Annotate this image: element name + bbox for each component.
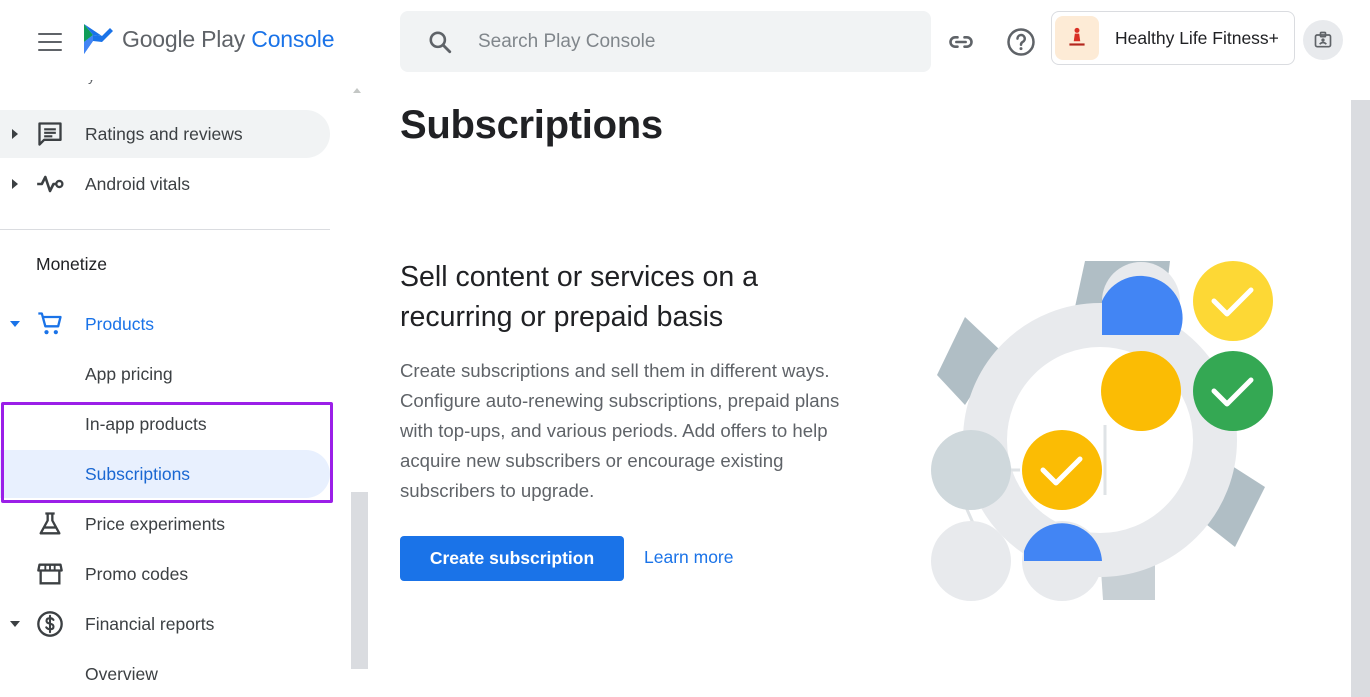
sidebar-item-products[interactable]: Products — [0, 300, 330, 348]
main-scrollbar[interactable] — [1351, 100, 1370, 697]
empty-state-headline: Sell content or services on a recurring … — [400, 261, 759, 333]
sidebar-item-overview[interactable]: Overview — [0, 650, 330, 697]
green-check-circle — [1193, 351, 1273, 431]
sidebar-item-label: Subscriptions — [85, 463, 191, 484]
grey-circle — [931, 521, 1011, 601]
search-icon — [429, 30, 452, 53]
expand-arrow-icon[interactable] — [8, 127, 22, 141]
reviews-icon — [36, 120, 64, 148]
sidebar-item-in-app-products[interactable]: In-app products — [0, 400, 330, 448]
create-subscription-button[interactable]: Create subscription — [400, 536, 624, 581]
sidebar-scroll-up-arrow[interactable] — [353, 88, 361, 93]
dollar-icon — [36, 610, 64, 638]
link-button[interactable] — [941, 22, 981, 62]
learn-more-link[interactable]: Learn more — [644, 547, 734, 568]
store-icon — [36, 560, 64, 588]
collapse-arrow-icon[interactable] — [8, 317, 22, 331]
grey-circle — [931, 430, 1011, 510]
cart-icon — [36, 310, 64, 338]
sidebar-item-promo-codes[interactable]: Promo codes — [0, 550, 330, 598]
sidebar-item-label: Price experiments — [85, 513, 226, 534]
sidebar-item-label: Overview — [85, 663, 158, 684]
link-icon — [949, 36, 973, 48]
app-name: Healthy Life Fitness+ — [1115, 27, 1279, 48]
sidebar-item-label: App pricing — [85, 363, 173, 384]
app-selector[interactable]: Healthy Life Fitness+ — [1051, 11, 1295, 65]
sidebar-item-label: Products — [85, 313, 155, 334]
play-console-logo-icon — [84, 24, 113, 54]
hamburger-menu-icon — [38, 33, 62, 52]
empty-state-description: Create subscriptions and sell them in di… — [400, 360, 840, 501]
sidebar-item-price-experiments[interactable]: Price experiments — [0, 500, 330, 548]
sidebar-scrollbar[interactable] — [351, 492, 368, 669]
sidebar-item-android-vitals[interactable]: Android vitals — [0, 160, 330, 208]
yellow-check-circle — [1022, 430, 1102, 510]
sidebar-item-label: In-app products — [85, 413, 207, 434]
subscriptions-illustration — [931, 261, 1273, 601]
main-menu-button[interactable] — [26, 22, 74, 62]
help-button[interactable] — [1001, 22, 1041, 62]
sidebar-item-subscriptions[interactable]: Subscriptions — [0, 450, 330, 498]
search-bar[interactable] — [400, 11, 931, 72]
meditation-figure-icon — [1069, 27, 1085, 46]
app-icon — [1055, 16, 1099, 60]
gear-ring — [963, 303, 1237, 577]
sidebar-item-label: Ratings and reviews — [85, 123, 243, 144]
help-icon — [1007, 28, 1035, 56]
expand-arrow-icon[interactable] — [8, 177, 22, 191]
sidebar-divider — [0, 229, 330, 230]
sidebar-item-label: Android vitals — [85, 173, 191, 194]
flask-icon — [36, 510, 64, 538]
page-title: Subscriptions — [400, 103, 663, 147]
sidebar-nav: y Ratings and reviews Android vitals Mon… — [0, 80, 351, 697]
account-button[interactable] — [1303, 20, 1343, 60]
account-badge-icon — [1314, 31, 1332, 48]
sidebar-section-monetize: Monetize — [36, 254, 108, 274]
sidebar-item-label: Promo codes — [85, 563, 189, 584]
cut-off-nav-text: y — [88, 80, 95, 84]
sidebar-item-financial-reports[interactable]: Financial reports — [0, 600, 330, 648]
yellow-check-circle — [1193, 261, 1273, 341]
sidebar-item-label: Financial reports — [85, 613, 215, 634]
top-app-bar: Google Play Console Healthy Life Fitness — [0, 0, 1370, 80]
sidebar-item-ratings-and-reviews[interactable]: Ratings and reviews — [0, 110, 330, 158]
logo-text: Google Play Console — [122, 25, 335, 52]
yellow-circle — [1101, 351, 1181, 431]
sidebar-item-app-pricing[interactable]: App pricing — [0, 350, 330, 398]
collapse-arrow-icon[interactable] — [8, 617, 22, 631]
play-console-logo[interactable]: Google Play Console — [82, 22, 334, 56]
search-input[interactable] — [478, 30, 898, 53]
vitals-icon — [36, 170, 64, 198]
